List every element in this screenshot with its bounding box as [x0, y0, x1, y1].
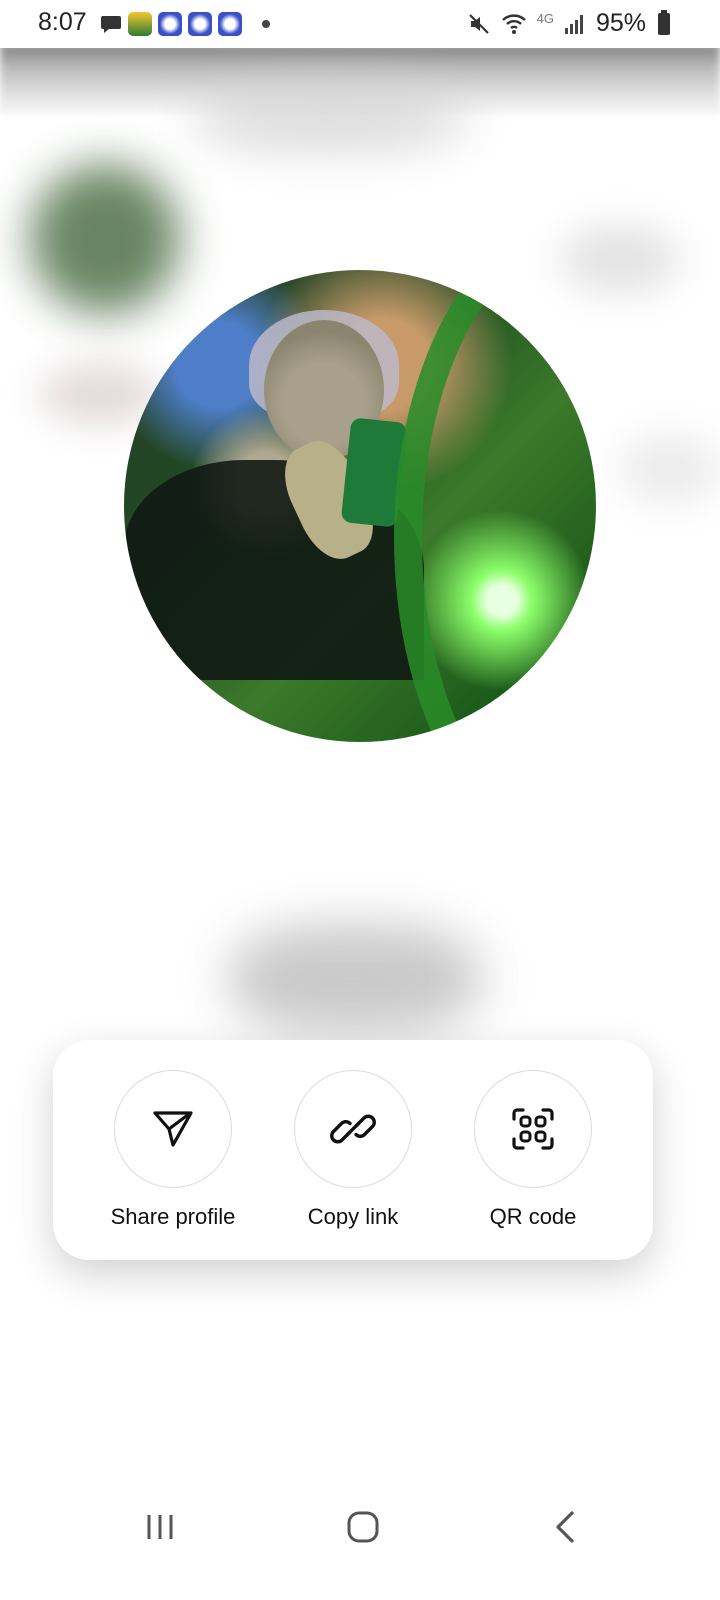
- system-navigation-bar: [0, 1480, 720, 1570]
- message-icon: [101, 16, 121, 33]
- blurred-stat: [190, 84, 470, 154]
- qr-code-action[interactable]: QR code: [448, 1070, 618, 1230]
- back-button[interactable]: [535, 1502, 595, 1552]
- network-type: 4G: [536, 11, 554, 26]
- battery-percent: 95%: [595, 9, 646, 37]
- link-icon: [330, 1114, 376, 1144]
- copy-link-label: Copy link: [307, 1204, 399, 1229]
- wifi-icon: [501, 13, 526, 34]
- notification-icons: [100, 12, 270, 36]
- copy-link-button[interactable]: [294, 1070, 412, 1188]
- blurred-story-avatar: [30, 164, 180, 314]
- recent-apps-button[interactable]: [130, 1502, 190, 1552]
- share-profile-button[interactable]: [114, 1070, 232, 1188]
- more-notifications-dot: [262, 20, 270, 28]
- jackpot-app-icon: [218, 12, 242, 36]
- jackpot-app-icon: [158, 12, 182, 36]
- copy-link-action[interactable]: Copy link: [268, 1070, 438, 1230]
- profile-actions-card: Share profile Copy link QR code: [53, 1040, 653, 1260]
- qr-code-label: QR code: [489, 1204, 577, 1229]
- screen: 8:07 4G 95% Share profile Copy link QR c…: [0, 0, 720, 1600]
- qr-code-icon: [512, 1108, 554, 1150]
- share-profile-label: Share profile: [110, 1204, 236, 1229]
- recent-apps-icon: [147, 1515, 173, 1539]
- blurred-stat: [620, 434, 720, 504]
- status-right: 4G 95%: [467, 9, 670, 38]
- share-profile-action[interactable]: Share profile: [88, 1070, 258, 1230]
- blurred-button: [230, 924, 480, 1034]
- profile-picture: [124, 270, 596, 742]
- send-icon: [153, 1111, 193, 1147]
- back-icon: [556, 1511, 574, 1543]
- home-button[interactable]: [333, 1502, 393, 1552]
- signal-icon: [564, 14, 583, 34]
- home-icon: [347, 1511, 379, 1543]
- slot-app-icon: [128, 12, 152, 36]
- qr-code-button[interactable]: [474, 1070, 592, 1188]
- status-time: 8:07: [38, 8, 87, 36]
- jackpot-app-icon: [188, 12, 212, 36]
- mute-icon: [468, 13, 489, 34]
- status-bar: 8:07 4G 95%: [0, 0, 720, 48]
- battery-icon: [658, 9, 670, 35]
- avatar-detail: [394, 270, 596, 742]
